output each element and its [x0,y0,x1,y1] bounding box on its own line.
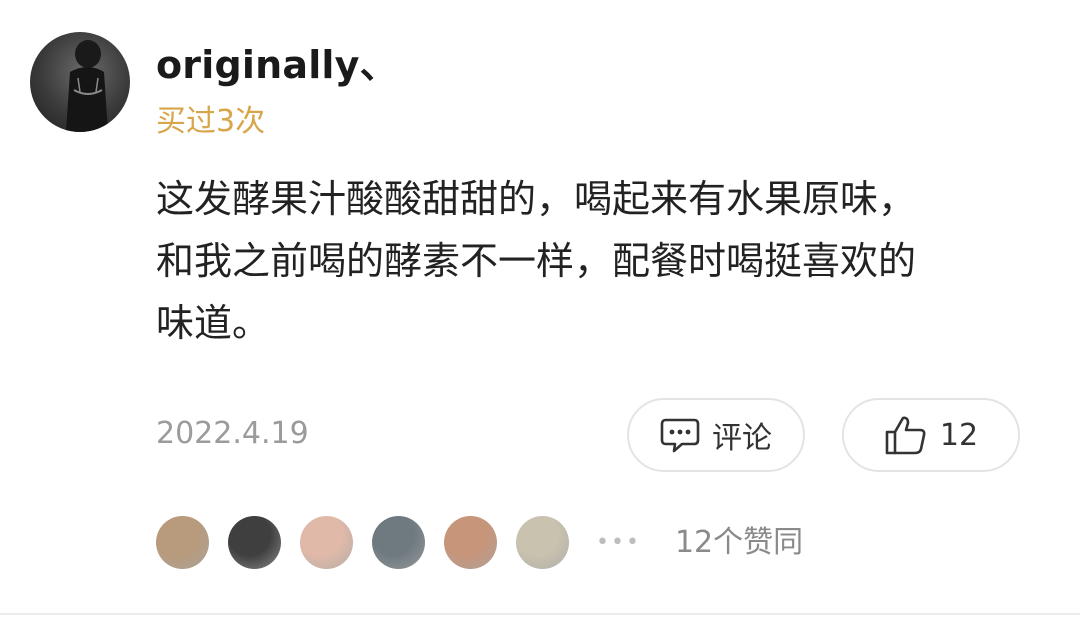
liker-avatar[interactable] [516,516,569,569]
liker-avatar[interactable] [228,516,281,569]
like-count: 12 [939,417,979,453]
like-button[interactable]: 12 [842,398,1020,472]
likes-summary[interactable]: 12个赞同 [675,516,803,569]
ellipsis-icon: ••• [596,530,641,555]
liker-avatar[interactable] [372,516,425,569]
divider [0,613,1080,615]
thumbs-up-icon [884,415,928,455]
liker-avatar[interactable] [300,516,353,569]
likers-row[interactable]: ••• 12个赞同 [156,516,803,569]
review-date: 2022.4.19 [156,416,309,451]
review-text-line: 味道。 [156,301,271,345]
comment-button[interactable]: 评论 [627,398,805,472]
purchase-count-tag: 买过3次 [156,104,266,139]
liker-avatar[interactable] [156,516,209,569]
user-avatar[interactable] [30,32,130,132]
username[interactable]: originally、 [156,34,398,89]
liker-avatar[interactable] [444,516,497,569]
comment-label: 评论 [712,421,772,456]
review-text: 这发酵果汁酸酸甜甜的，喝起来有水果原味， 和我之前喝的酵素不一样，配餐时喝挺喜欢… [156,168,1016,354]
review-text-line: 这发酵果汁酸酸甜甜的，喝起来有水果原味， [156,177,917,221]
comment-bubble-icon [660,416,700,454]
review-text-line: 和我之前喝的酵素不一样，配餐时喝挺喜欢的 [156,239,917,283]
